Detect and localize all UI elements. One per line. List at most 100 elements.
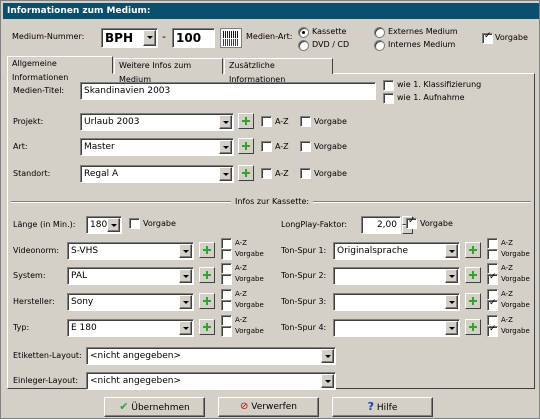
system-vorgabe-checkbox[interactable] (221, 274, 232, 285)
dash-separator: - (162, 30, 166, 43)
wie-aufnahme-checkbox[interactable] (383, 93, 394, 104)
barcode-icon[interactable] (220, 28, 242, 48)
typ-vorgabe-checkbox[interactable] (221, 326, 232, 337)
standort-az-checkbox[interactable] (261, 168, 272, 179)
radio-dvd[interactable] (298, 40, 309, 51)
art-vorgabe-checkbox[interactable] (300, 141, 311, 152)
titel-input[interactable]: Skandinavien 2003 (80, 82, 376, 100)
videonorm-combo[interactable]: S-VHS (67, 242, 194, 260)
ton2-vorgabe-checkbox[interactable] (487, 272, 498, 285)
art-add-icon[interactable] (238, 138, 254, 154)
radio-intern[interactable] (374, 40, 385, 51)
ton3-add-icon[interactable] (465, 293, 481, 309)
standort-dropdown-button[interactable] (219, 167, 232, 181)
system-combo[interactable]: PAL (67, 267, 194, 285)
verwerfen-button[interactable]: ⊘ Verwerfen (218, 397, 319, 417)
system-vorgabe-label: Vorgabe (235, 275, 264, 283)
ton3-combo[interactable] (333, 293, 460, 311)
tab-zusaetzliche[interactable]: Zusätzliche Informationen (224, 58, 333, 84)
ton4-vorgabe-checkbox[interactable] (487, 324, 498, 337)
laenge-combo[interactable]: 180 (86, 216, 122, 234)
tab-allgemeine[interactable]: Allgemeine Informationen (7, 56, 113, 82)
tab-weitere[interactable]: Weitere Infos zum Medium (114, 58, 223, 84)
header-vorgabe-checkbox[interactable] (482, 31, 493, 44)
laenge-vorgabe-checkbox[interactable] (129, 218, 140, 229)
wie-aufnahme-label: wie 1. Aufnahme (397, 93, 465, 102)
ton4-combo[interactable] (333, 319, 460, 337)
standort-vorgabe-label: Vorgabe (314, 169, 347, 178)
medien-art-label: Medien-Art: (246, 32, 293, 41)
typ-label: Typ: (13, 323, 30, 332)
einleger-dropdown-button[interactable] (321, 374, 334, 388)
standort-add-icon[interactable] (238, 165, 254, 181)
projekt-label: Projekt: (13, 117, 44, 126)
standort-combo[interactable]: Regal A (80, 165, 234, 183)
ton4-add-icon[interactable] (465, 319, 481, 335)
ton4-dropdown-button[interactable] (445, 321, 458, 335)
laenge-value: 180 (90, 220, 108, 230)
videonorm-az-checkbox[interactable] (221, 238, 232, 249)
prefix-combo[interactable]: BPH (101, 28, 158, 48)
wie-klass-checkbox[interactable] (383, 80, 394, 91)
system-dropdown-button[interactable] (179, 269, 192, 283)
ton3-az-label: A-Z (501, 290, 513, 298)
projekt-az-label: A-Z (275, 117, 289, 126)
radio-kassette[interactable] (298, 27, 309, 38)
etiketten-dropdown-button[interactable] (321, 349, 334, 363)
typ-az-checkbox[interactable] (221, 315, 232, 326)
ton1-dropdown-button[interactable] (445, 244, 458, 258)
ton1-combo[interactable]: Originalsprache (333, 242, 460, 260)
typ-value: E 180 (71, 323, 97, 333)
videonorm-add-icon[interactable] (199, 242, 215, 258)
radio-kassette-label: Kassette (312, 27, 347, 36)
prefix-dropdown-button[interactable] (143, 30, 156, 46)
projekt-az-checkbox[interactable] (261, 116, 272, 127)
hersteller-az-checkbox[interactable] (221, 289, 232, 300)
standort-vorgabe-checkbox[interactable] (300, 168, 311, 179)
hersteller-add-icon[interactable] (199, 293, 215, 309)
hersteller-dropdown-button[interactable] (179, 295, 192, 309)
projekt-dropdown-button[interactable] (219, 115, 232, 129)
projekt-combo[interactable]: Urlaub 2003 (80, 113, 234, 131)
videonorm-vorgabe-checkbox[interactable] (221, 249, 232, 260)
laenge-dropdown-button[interactable] (107, 218, 120, 232)
ton2-add-icon[interactable] (465, 267, 481, 283)
hersteller-vorgabe-checkbox[interactable] (221, 300, 232, 311)
longplay-input[interactable]: 2,00 (361, 216, 401, 234)
ton1-az-checkbox[interactable] (487, 238, 498, 249)
prefix-value: BPH (105, 31, 133, 45)
check-icon: ✔ (119, 400, 129, 413)
projekt-vorgabe-checkbox[interactable] (300, 116, 311, 127)
ton2-combo[interactable] (333, 267, 460, 285)
longplay-vorgabe-checkbox[interactable] (406, 216, 417, 229)
window-title: Informationen zum Medium: (3, 3, 539, 19)
number-input[interactable]: 100 (172, 28, 215, 48)
projekt-add-icon[interactable] (238, 113, 254, 129)
radio-extern[interactable] (374, 27, 385, 38)
art-combo[interactable]: Master (80, 138, 234, 156)
system-az-checkbox[interactable] (221, 263, 232, 274)
hilfe-button[interactable]: ? Hilfe (332, 397, 433, 417)
longplay-vorgabe-label: Vorgabe (420, 219, 453, 228)
standort-value: Regal A (84, 169, 119, 179)
uebernehmen-button[interactable]: ✔ Übernehmen (104, 397, 205, 417)
ton3-dropdown-button[interactable] (445, 295, 458, 309)
typ-combo[interactable]: E 180 (67, 319, 194, 337)
ton2-dropdown-button[interactable] (445, 269, 458, 283)
etiketten-combo[interactable]: <nicht angegeben> (86, 347, 336, 365)
ton1-add-icon[interactable] (465, 242, 481, 258)
einleger-combo[interactable]: <nicht angegeben> (86, 372, 336, 390)
videonorm-label: Videonorm: (13, 246, 60, 255)
art-label: Art: (13, 142, 28, 151)
einleger-value: <nicht angegeben> (90, 376, 182, 386)
ton3-vorgabe-checkbox[interactable] (487, 298, 498, 311)
art-dropdown-button[interactable] (219, 140, 232, 154)
radio-extern-label: Externes Medium (388, 27, 458, 36)
typ-add-icon[interactable] (199, 319, 215, 335)
typ-dropdown-button[interactable] (179, 321, 192, 335)
ton1-vorgabe-checkbox[interactable] (487, 249, 498, 260)
videonorm-dropdown-button[interactable] (179, 244, 192, 258)
system-add-icon[interactable] (199, 267, 215, 283)
art-az-checkbox[interactable] (261, 141, 272, 152)
hersteller-combo[interactable]: Sony (67, 293, 194, 311)
